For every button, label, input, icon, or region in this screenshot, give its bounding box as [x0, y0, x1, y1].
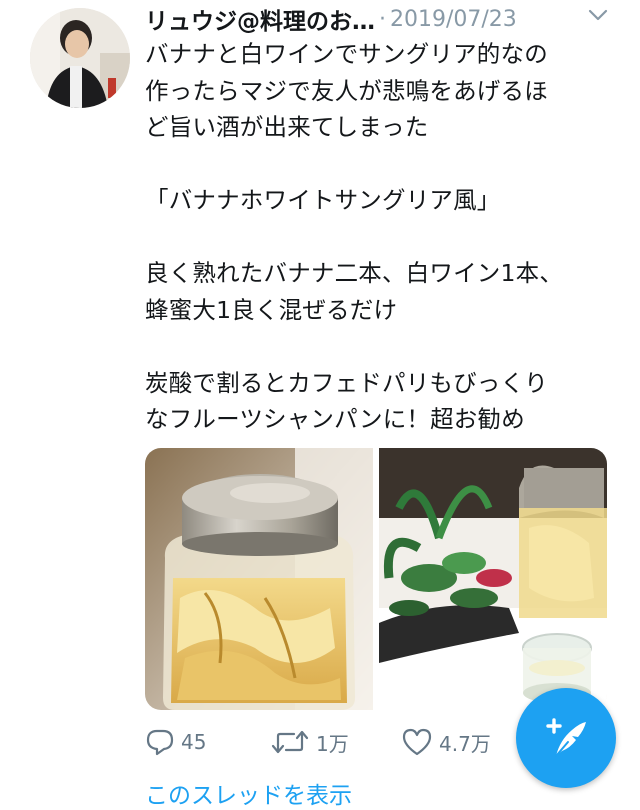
media-grid	[145, 448, 607, 710]
retweet-icon	[271, 730, 309, 754]
heart-icon	[402, 728, 432, 756]
compose-feather-icon	[546, 718, 586, 757]
like-button[interactable]: 4.7万	[401, 722, 491, 762]
tweet-actions: 45 1万 4.7万	[145, 722, 525, 762]
tweet-text-line	[145, 328, 615, 365]
tweet-text-line: 良く熟れたバナナ二本、白ワイン1本、	[145, 259, 564, 287]
reply-button[interactable]: 45	[145, 722, 206, 762]
show-thread-link[interactable]: このスレッドを表示	[145, 776, 352, 810]
compose-tweet-button[interactable]	[516, 688, 616, 788]
like-count: 4.7万	[439, 731, 491, 756]
timestamp[interactable]: 2019/07/23	[390, 7, 517, 32]
tweet-text-line: 作ったらマジで友人が悲鳴をあげるほ	[145, 76, 548, 105]
chevron-down-icon[interactable]	[588, 8, 608, 22]
tweet-text-line: ど旨い酒が出来てしまった	[145, 113, 429, 141]
tweet-text-line	[145, 146, 615, 183]
avatar[interactable]	[30, 8, 130, 108]
tweet-text: バナナと白ワインでサングリア的なの 作ったらマジで友人が悲鳴をあげるほ ど旨い酒…	[145, 36, 615, 438]
tweet-text-line: なフルーツシャンパンに！超お勧め	[145, 405, 525, 433]
tweet-text-line: 「バナナホワイトサングリア風」	[145, 186, 501, 214]
retweet-count: 1万	[316, 731, 349, 756]
tweet-text-line: 炭酸で割るとカフェドパリもびっくり	[145, 368, 548, 397]
photo-jar-with-plant[interactable]	[379, 448, 607, 710]
tweet-text-line	[145, 219, 615, 256]
author-name[interactable]: リュウジ@料理のお…	[145, 2, 375, 36]
photo-banana-jar[interactable]	[145, 448, 373, 710]
tweet-text-line: 蜂蜜大1良く混ぜるだけ	[145, 295, 398, 324]
tweet-header: リュウジ@料理のお… · 2019/07/23	[145, 2, 625, 36]
tweet: リュウジ@料理のお… · 2019/07/23 バナナと白ワインでサングリア的な…	[0, 0, 640, 809]
tweet-text-line: バナナと白ワインでサングリア的なの	[145, 40, 548, 68]
reply-icon	[146, 729, 174, 756]
reply-count: 45	[181, 730, 207, 754]
retweet-button[interactable]: 1万	[270, 722, 349, 762]
separator-dot: ·	[379, 6, 386, 32]
